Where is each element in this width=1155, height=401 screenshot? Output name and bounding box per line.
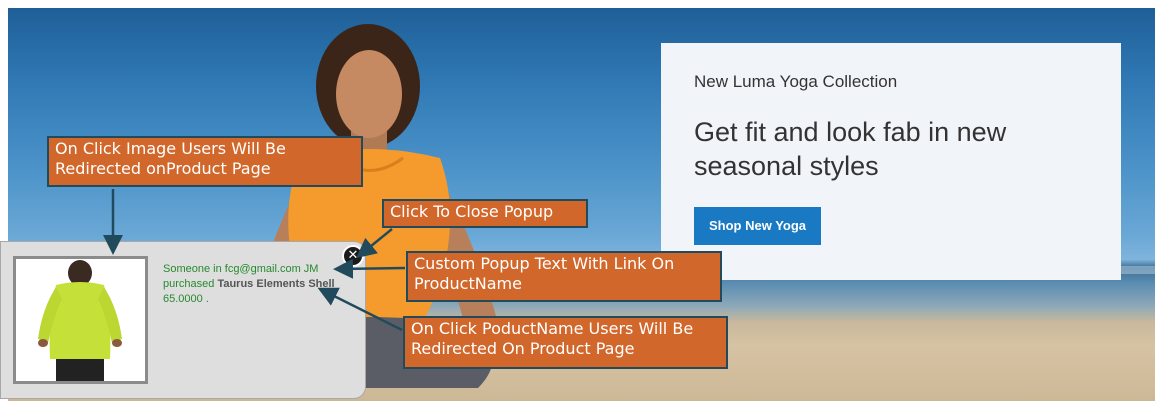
purchase-popup: Someone in fcg@gmail.com JM purchased Ta… bbox=[0, 241, 366, 399]
close-icon[interactable]: ✕ bbox=[342, 245, 364, 267]
product-jacket-image bbox=[16, 259, 145, 381]
product-name-link[interactable]: Taurus Elements Shell bbox=[217, 278, 334, 290]
page: New Luma Yoga Collection Get fit and loo… bbox=[0, 0, 1155, 401]
annotation-image-click: On Click Image Users Will Be Redirected … bbox=[47, 136, 363, 187]
popup-message: Someone in fcg@gmail.com JM purchased Ta… bbox=[163, 262, 358, 307]
annotation-close-popup: Click To Close Popup bbox=[382, 199, 588, 228]
promo-title: Get fit and look fab in new seasonal sty… bbox=[694, 117, 1007, 181]
product-thumbnail[interactable] bbox=[13, 256, 148, 384]
promo-subtitle: New Luma Yoga Collection bbox=[694, 72, 898, 91]
product-price: 65.0000 . bbox=[163, 293, 209, 305]
promo-card: New Luma Yoga Collection Get fit and loo… bbox=[661, 43, 1121, 280]
annotation-product-click: On Click PoductName Users Will Be Redire… bbox=[403, 316, 728, 369]
shop-new-yoga-button[interactable]: Shop New Yoga bbox=[694, 207, 822, 245]
annotation-custom-text: Custom Popup Text With Link On ProductNa… bbox=[406, 251, 722, 302]
